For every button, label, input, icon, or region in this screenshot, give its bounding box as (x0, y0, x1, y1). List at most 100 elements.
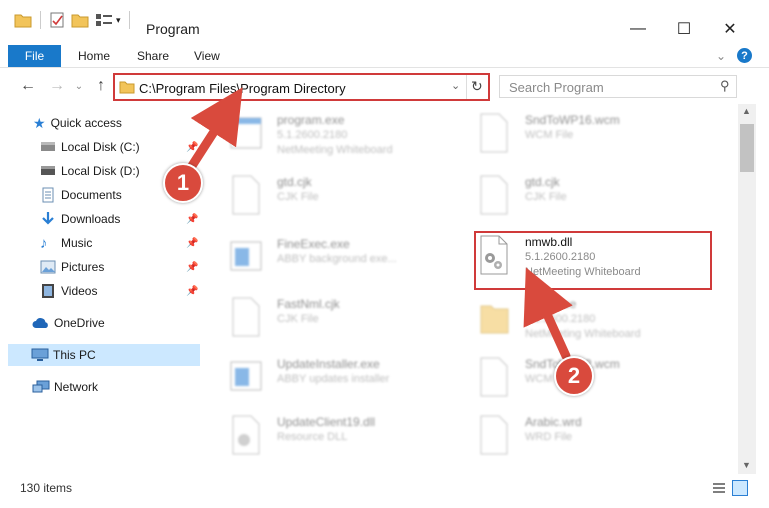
file-name: Arabic.wrd (525, 415, 582, 429)
window-title: Program (146, 21, 200, 37)
exe-file-icon (230, 117, 262, 149)
file-item[interactable]: program.exe 5.1.2600.2180 NetMeeting Whi… (229, 110, 449, 164)
maximize-button[interactable]: ☐ (661, 14, 707, 44)
search-input[interactable]: Search Program (509, 80, 604, 95)
file-name: SndToWP16.wcm (525, 113, 620, 127)
sidebar-item-pictures[interactable]: Pictures 📌 (40, 256, 205, 278)
network-icon (32, 380, 50, 393)
item-count: 130 items (20, 481, 73, 495)
file-item[interactable]: UpdateInstaller.exe ABBY updates install… (229, 354, 449, 408)
star-icon: ★ (33, 114, 46, 131)
file-item[interactable]: FastNml.cjk CJK File (229, 294, 449, 348)
tab-file[interactable]: File (8, 45, 61, 67)
sidebar-item-local-disk-c[interactable]: Local Disk (C:) 📌 (40, 136, 205, 158)
pin-icon[interactable]: 📌 (186, 142, 198, 153)
folder-icon[interactable] (14, 12, 32, 28)
file-item[interactable]: gtd.cjk CJK File (477, 172, 697, 226)
view-options-icon[interactable] (95, 13, 113, 27)
documents-icon (42, 187, 54, 203)
folder-icon (480, 305, 509, 334)
sidebar-item-music[interactable]: ♪ Music 📌 (40, 232, 205, 254)
recent-locations-icon[interactable]: ⌄ (69, 76, 89, 96)
sidebar-item-downloads[interactable]: Downloads 📌 (40, 208, 205, 230)
file-item[interactable]: UpdateClient19.dll Resource DLL (229, 412, 449, 466)
sidebar-item-label: Documents (61, 188, 122, 202)
sidebar-item-onedrive[interactable]: OneDrive (32, 312, 105, 334)
scrollbar-thumb[interactable] (740, 124, 754, 172)
document-icon (480, 113, 508, 153)
sidebar-item-label: Videos (61, 284, 98, 298)
file-name: program.exe (277, 113, 345, 127)
search-icon[interactable]: ⚲ (720, 78, 730, 94)
sidebar-item-label: OneDrive (54, 316, 105, 330)
address-bar[interactable]: C:\Program Files\Program Directory ⌄ ↻ (113, 73, 490, 101)
new-folder-icon[interactable] (71, 12, 89, 28)
help-icon[interactable]: ? (737, 48, 752, 63)
tab-home[interactable]: Home (78, 45, 110, 67)
up-button[interactable]: ↑ (91, 76, 111, 96)
file-name: FineExec.exe (277, 237, 350, 251)
file-type: CJK File (525, 191, 567, 203)
file-name: gtd.cjk (277, 175, 312, 189)
app-icon (230, 361, 262, 391)
sidebar-item-quick-access[interactable]: ★ Quick access (33, 112, 122, 134)
dll-file-icon (232, 415, 260, 455)
close-button[interactable]: ✕ (707, 14, 753, 44)
minimize-button[interactable]: — (615, 14, 661, 44)
tab-view[interactable]: View (194, 45, 220, 67)
large-icons-view-icon[interactable] (732, 480, 748, 496)
app-icon (230, 241, 262, 271)
sidebar-item-this-pc[interactable]: This PC (8, 344, 200, 366)
sidebar-item-label: Local Disk (D:) (61, 164, 140, 178)
file-type: CJK File (277, 313, 319, 325)
details-view-icon[interactable] (712, 482, 726, 494)
file-item[interactable]: Arabic.wrd WRD File (477, 412, 697, 466)
file-type: WCM File (525, 129, 574, 141)
pin-icon[interactable]: 📌 (186, 286, 198, 297)
sidebar-item-label: Music (61, 236, 93, 250)
address-dropdown-icon[interactable]: ⌄ (451, 79, 460, 92)
quick-access-toolbar: ▾ (14, 8, 138, 32)
document-icon (480, 357, 508, 397)
title-bar: ▾ Program — ☐ ✕ (0, 0, 769, 44)
expand-ribbon-icon[interactable]: ⌄ (716, 45, 726, 67)
sidebar-item-label: Network (54, 380, 99, 394)
callout-step-1: 1 (163, 163, 203, 203)
file-description: NetMeeting Whiteboard (277, 144, 393, 156)
music-icon: ♪ (40, 234, 48, 252)
cloud-icon (32, 318, 48, 328)
search-box[interactable]: Search Program ⚲ (499, 75, 737, 98)
address-path: C:\Program Files\Program Directory (139, 81, 346, 96)
back-button[interactable]: ← (18, 76, 38, 96)
file-item[interactable]: FineExec.exe ABBY background exe... (229, 234, 449, 288)
videos-icon (42, 284, 54, 298)
file-name: Resource (525, 297, 577, 311)
pin-icon[interactable]: 📌 (186, 238, 198, 249)
refresh-icon[interactable]: ↻ (471, 78, 483, 95)
sidebar-item-label: Downloads (61, 212, 121, 226)
file-description: NetMeeting Whiteboard (525, 328, 641, 340)
navigation-bar: ← → ⌄ ↑ C:\Program Files\Program Directo… (0, 70, 769, 102)
sidebar-item-videos[interactable]: Videos 📌 (40, 280, 205, 302)
scroll-down-icon[interactable]: ▼ (742, 460, 751, 470)
file-item[interactable]: gtd.cjk CJK File (229, 172, 449, 226)
file-name: FastNml.cjk (277, 297, 340, 311)
pin-icon[interactable]: 📌 (186, 214, 198, 225)
document-icon (232, 297, 260, 337)
pictures-icon (40, 260, 56, 274)
properties-icon[interactable] (49, 12, 65, 28)
file-explorer-window: ▾ Program — ☐ ✕ File Home Share View ⌄ ?… (0, 0, 769, 508)
file-name: gtd.cjk (525, 175, 560, 189)
scroll-up-icon[interactable]: ▲ (742, 106, 751, 116)
file-item[interactable]: Resource 5.1.2600.2180 NetMeeting Whiteb… (477, 294, 697, 348)
forward-button[interactable]: → (47, 76, 67, 96)
sidebar-item-label: Local Disk (C:) (61, 140, 140, 154)
chevron-down-icon[interactable]: ▾ (116, 15, 121, 26)
sidebar-item-network[interactable]: Network (32, 376, 98, 398)
sidebar-item-label: Pictures (61, 260, 105, 274)
tab-share[interactable]: Share (137, 45, 169, 67)
file-version: 5.1.2600.2180 (525, 313, 596, 325)
download-icon (42, 212, 54, 225)
pin-icon[interactable]: 📌 (186, 262, 198, 273)
file-item[interactable]: SndToWP16.wcm WCM File (477, 110, 697, 164)
